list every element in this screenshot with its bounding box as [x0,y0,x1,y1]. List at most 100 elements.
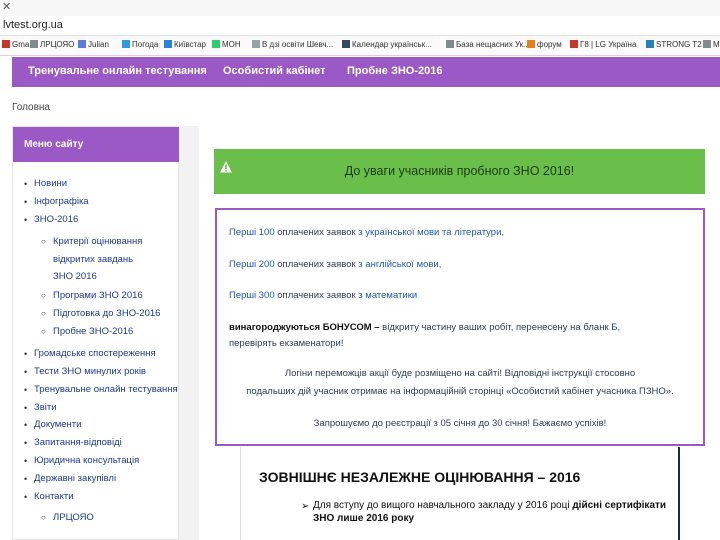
bookmark-favicon-icon [212,40,220,48]
bookmark-label: База нещасних Ук... [456,40,530,49]
bookmark-item[interactable]: Julian [78,40,109,49]
nav-online-testing[interactable]: Тренувальне онлайн тестування [28,65,207,77]
circle-bullet-icon: ○ [41,237,46,246]
promo-bonus-label: винагороджуються БОНУСОМ – [229,322,380,333]
bookmark-label: STRONG T2 [656,40,702,49]
sidebar-item-news[interactable]: • Новини [24,178,68,190]
promo-text: оплачених заявок [274,227,359,238]
bookmark-favicon-icon [703,40,711,48]
sidebar-item-label: ЗНО 2016 [53,271,97,282]
bookmark-label: Київстар [174,40,206,49]
promo-text: оплачених заявок [274,259,359,270]
promo-subject: з математики [358,290,418,301]
site-top-nav: Тренувальне онлайн тестування Особистий … [12,57,720,87]
sidebar-item-label: Контакти [34,491,74,502]
sidebar-item-observation[interactable]: • Громадське спостереження [24,348,156,360]
bookmark-item[interactable]: Київстар [164,40,206,49]
sidebar-item-procurement[interactable]: • Державні закупівлі [24,473,116,485]
promo-bonus-line: винагороджуються БОНУСОМ – відкриту част… [229,322,620,333]
bookmark-label: В дзі освіти Шевч... [262,40,334,49]
promo-line-english: Перші 200 оплачених заявок з англійської… [229,259,441,270]
address-bar[interactable]: lvtest.org.ua [0,16,720,36]
bookmark-item[interactable]: STRONG T2 [646,40,702,49]
sidebar-item-contacts[interactable]: • Контакти [24,491,74,503]
bookmark-item[interactable]: Ми [703,40,720,49]
bookmark-item[interactable]: Gma [2,40,29,49]
bookmark-label: форум [537,40,562,49]
bookmark-favicon-icon [570,40,578,48]
sidebar-item-label: Громадське спостереження [34,348,156,359]
bullet-icon: • [24,385,28,395]
sidebar-item-online-testing[interactable]: • Тренувальне онлайн тестування [24,384,178,396]
sidebar-item-faq[interactable]: • Запитання-відповіді [24,437,122,449]
bookmark-favicon-icon [122,40,130,48]
close-tab-icon[interactable]: ✕ [2,0,11,13]
sidebar-item-label: Запитання-відповіді [34,437,122,448]
sidebar-menu: Меню сайту • Новини • Інфографіка • ЗНО-201… [12,126,179,540]
bookmark-favicon-icon [527,40,535,48]
bookmark-label: Julian [88,40,109,49]
browser-tab-strip: ✕ [0,0,720,16]
bookmark-favicon-icon [646,40,654,48]
bookmark-item[interactable]: База нещасних Ук... [446,40,530,49]
sidebar-subitem-trial-zno[interactable]: ○ Пробне ЗНО-2016 [41,326,134,338]
circle-bullet-icon: ○ [41,291,46,300]
slide-title: ЗОВНІШНЄ НЕЗАЛЕЖНЕ ОЦІНЮВАННЯ – 2016 [259,469,581,485]
bullet-icon: • [24,420,28,430]
bookmark-favicon-icon [164,40,172,48]
arrow-bullet-icon: ➢ [301,501,310,512]
bookmark-label: Календар українськ... [352,40,432,49]
bullet-icon: • [24,438,28,448]
promo-bonus-line2: перевірять екзаменатори! [229,338,344,349]
sidebar-title: Меню сайту [13,127,179,162]
bookmark-favicon-icon [252,40,260,48]
sidebar-item-label: Документи [34,419,82,430]
bullet-icon: • [24,349,28,359]
bookmark-favicon-icon [78,40,86,48]
sidebar-item-reports[interactable]: • Звіти [24,402,57,414]
promo-count: Перші 200 [229,259,275,270]
sidebar-item-legal[interactable]: • Юридична консультація [24,455,139,467]
sidebar-subitem-criteria[interactable]: ○ Критерії оцінювання [41,236,143,248]
sidebar-item-label: Новини [34,178,68,189]
alert-text: До уваги учасників пробного ЗНО 2016! [344,164,575,178]
alert-banner: До уваги учасників пробного ЗНО 2016! [214,149,705,194]
bookmark-item[interactable]: В дзі освіти Шевч... [252,40,333,49]
bookmark-favicon-icon [2,40,10,48]
bookmark-label: Gma [12,40,30,49]
bookmark-item[interactable]: ЛРЦОЯО [30,40,74,49]
sidebar-item-label: Критерії оцінювання [53,236,143,247]
bookmark-item[interactable]: форум [527,40,562,49]
nav-trial-zno[interactable]: Пробне ЗНО-2016 [347,65,442,77]
sidebar-subitem-criteria-line2[interactable]: відкритих завдань [53,254,133,266]
promo-registration-line: Запрошуємо до реєстрації з 05 січня до 3… [313,418,607,429]
sidebar-subitem-programs[interactable]: ○ Програми ЗНО 2016 [41,290,143,302]
bookmark-item[interactable]: Календар українськ... [342,40,432,49]
breadcrumb[interactable]: Головна [12,102,50,113]
bullet-icon: • [24,403,28,413]
bookmark-label: МОН [222,40,241,49]
sidebar-item-label: Пробне ЗНО-2016 [53,326,134,337]
bookmark-item[interactable]: МОН [212,40,241,49]
sidebar-item-past-tests[interactable]: • Тести ЗНО минулих років [24,366,146,378]
slide-text: Для вступу до вищого навчального закладу… [313,499,666,525]
bullet-icon: • [24,474,28,484]
sidebar-item-label: Тренувальне онлайн тестування [34,384,178,395]
sidebar-item-label: ЗНО-2016 [34,214,79,225]
sidebar-item-documents[interactable]: • Документи [24,419,82,431]
bookmark-item[interactable]: Г8 | LG Україна [570,40,636,49]
sidebar-item-zno-2016[interactable]: • ЗНО-2016 [24,214,79,226]
sidebar-subitem-preparation[interactable]: ○ Підготовка до ЗНО-2016 [41,308,161,320]
sidebar-item-label: Підготовка до ЗНО-2016 [53,308,161,319]
nav-personal-cabinet[interactable]: Особистий кабінет [223,65,326,77]
promo-count: Перші 100 [229,227,275,238]
bullet-icon: • [24,215,28,225]
slide-panel: ЗОВНІШНЄ НЕЗАЛЕЖНЕ ОЦІНЮВАННЯ – 2016 ➢ Д… [240,447,680,540]
sidebar-subitem-lrcoyao[interactable]: ○ ЛРЦОЯО [41,512,94,524]
sidebar-subitem-criteria-line3[interactable]: ЗНО 2016 [53,271,97,283]
bookmark-item[interactable]: Погода [122,40,158,49]
bullet-icon: • [24,492,28,502]
sidebar-item-infographics[interactable]: • Інфографіка [24,196,89,208]
promo-text: оплачених заявок [274,290,359,301]
bookmark-favicon-icon [342,40,350,48]
